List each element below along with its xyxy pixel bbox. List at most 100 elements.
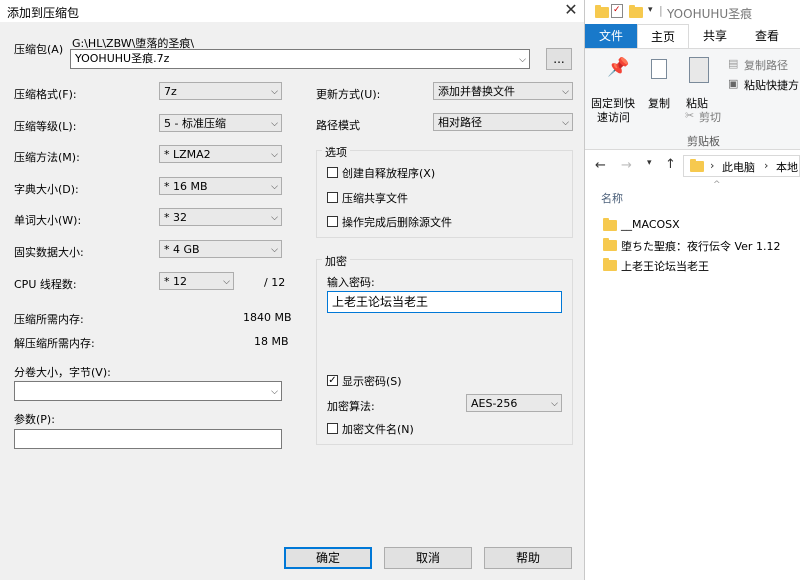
method-value: * LZMA2 [164, 148, 211, 161]
list-item[interactable]: 堕ちた聖痕：夜行伝令 Ver 1.12 [603, 236, 800, 254]
list-item[interactable]: __MACOSX [603, 216, 800, 234]
clipboard-group-label: 剪贴板 [687, 135, 720, 148]
format-label: 压缩格式(F): [14, 88, 77, 101]
word-select[interactable]: * 32 ⌵ [159, 208, 282, 226]
paste-shortcut-label: 粘贴快捷方 [744, 79, 799, 92]
clipboard-icon [689, 57, 709, 83]
mem-compress-value: 1840 MB [243, 311, 292, 324]
option-shared-label: 压缩共享文件 [342, 192, 408, 205]
chevron-down-icon: ⌵ [271, 87, 278, 97]
copy-label: 复制 [648, 97, 670, 110]
encrypt-method-select[interactable]: AES-256 ⌵ [466, 394, 562, 412]
path-mode-select[interactable]: 相对路径 ⌵ [433, 113, 573, 131]
cancel-button[interactable]: 取消 [384, 547, 472, 569]
checkbox[interactable] [327, 216, 338, 227]
scissors-icon: ✂ [685, 109, 695, 122]
chevron-right-icon: › [710, 159, 715, 172]
checkbox[interactable] [327, 423, 338, 434]
file-name: __MACOSX [621, 218, 680, 231]
breadcrumb-local[interactable]: 本地 [776, 159, 798, 175]
dialog-titlebar: 添加到压缩包 ✕ [0, 0, 584, 22]
archive-label: 压缩包(A) [14, 43, 64, 56]
word-label: 单词大小(W): [14, 214, 82, 227]
explorer-titlebar: ✓ ▾ | YOOHUHU圣痕 [585, 0, 800, 24]
level-label: 压缩等级(L): [14, 120, 77, 133]
method-select[interactable]: * LZMA2 ⌵ [159, 145, 282, 163]
chevron-down-icon: ⌵ [271, 245, 278, 255]
breadcrumb-this-pc[interactable]: 此电脑 [722, 159, 755, 175]
level-select[interactable]: 5 - 标准压缩 ⌵ [159, 114, 282, 132]
list-item[interactable]: 上老王论坛当老王 [603, 256, 800, 274]
back-icon[interactable]: ← [595, 158, 606, 173]
chevron-down-icon: ⌵ [562, 87, 569, 97]
up-icon[interactable]: ↑ [665, 157, 676, 172]
volume-field[interactable]: ⌵ [14, 381, 282, 401]
file-explorer-window: ✓ ▾ | YOOHUHU圣痕 文件 主页 共享 查看 📌 固定到快 速访问 复… [585, 0, 800, 580]
tab-home[interactable]: 主页 [637, 24, 689, 48]
word-value: * 32 [164, 211, 187, 224]
checkbox[interactable] [327, 167, 338, 178]
forward-icon[interactable]: → [621, 158, 632, 173]
chevron-down-icon: ⌵ [223, 277, 230, 287]
browse-button[interactable]: ... [546, 48, 572, 70]
copy-path-icon: ▤ [728, 57, 739, 70]
solid-select[interactable]: * 4 GB ⌵ [159, 240, 282, 258]
title-separator: | [659, 4, 663, 17]
cpu-total: / 12 [264, 276, 286, 289]
folder-icon [603, 258, 617, 271]
params-field[interactable] [14, 429, 282, 449]
update-select[interactable]: 添加并替换文件 ⌵ [433, 82, 573, 100]
customize-toolbar-icon[interactable]: ▾ [648, 5, 653, 15]
dict-select[interactable]: * 16 MB ⌵ [159, 177, 282, 195]
method-label: 压缩方法(M): [14, 151, 80, 164]
folder-icon [603, 238, 617, 251]
paste-button[interactable]: 粘贴 [685, 55, 715, 115]
tab-share[interactable]: 共享 [689, 24, 741, 48]
archive-name-field[interactable]: YOOHUHU圣痕.7z ⌵ [70, 49, 530, 69]
options-title: 选项 [322, 144, 350, 160]
chevron-down-icon: ⌵ [271, 150, 278, 160]
add-to-archive-dialog: 添加到压缩包 ✕ 压缩包(A) G:\HL\ZBW\堕落的圣痕\ YOOHUHU… [0, 0, 585, 580]
recent-locations-icon[interactable]: ▾ [647, 158, 652, 168]
password-input[interactable]: 上老王论坛当老王 [327, 291, 562, 313]
pin-quick-access-button[interactable]: 📌 固定到快 速访问 [591, 55, 639, 124]
address-bar[interactable]: › 此电脑 › 本地 [683, 155, 800, 177]
copy-icon [651, 59, 667, 79]
tab-view[interactable]: 查看 [741, 24, 793, 48]
close-icon[interactable]: ✕ [560, 0, 582, 22]
folder-icon [595, 5, 609, 18]
show-password-label: 显示密码(S) [342, 375, 402, 388]
mem-compress-label: 压缩所需内存: [14, 313, 84, 326]
column-name[interactable]: 名称 [601, 190, 623, 206]
dict-label: 字典大小(D): [14, 183, 79, 196]
properties-icon[interactable]: ✓ [611, 4, 623, 18]
mem-decompress-label: 解压缩所需内存: [14, 337, 95, 350]
copy-path-label: 复制路径 [744, 59, 788, 72]
tab-file[interactable]: 文件 [585, 24, 637, 48]
option-delete-label: 操作完成后删除源文件 [342, 216, 452, 229]
checkbox-checked[interactable]: ✓ [327, 375, 338, 386]
paste-shortcut-icon: ▣ [728, 77, 739, 90]
cpu-select[interactable]: * 12 ⌵ [159, 272, 234, 290]
chevron-down-icon: ⌵ [271, 119, 278, 129]
ok-button[interactable]: 确定 [284, 547, 372, 569]
solid-value: * 4 GB [164, 243, 200, 256]
format-select[interactable]: 7z ⌵ [159, 82, 282, 100]
password-label: 输入密码: [327, 276, 375, 289]
folder-icon [603, 218, 617, 231]
check-icon: ✓ [613, 5, 621, 15]
cpu-value: * 12 [164, 275, 187, 288]
file-name: 堕ちた聖痕：夜行伝令 Ver 1.12 [621, 240, 781, 253]
encrypt-method-value: AES-256 [471, 397, 518, 410]
chevron-down-icon: ⌵ [551, 399, 558, 409]
dialog-title: 添加到压缩包 [7, 6, 80, 20]
new-folder-icon[interactable] [629, 5, 643, 18]
volume-label: 分卷大小，字节(V): [14, 366, 111, 379]
help-button[interactable]: 帮助 [484, 547, 572, 569]
solid-label: 固实数据大小: [14, 246, 84, 259]
chevron-down-icon: ⌵ [271, 182, 278, 192]
copy-button[interactable]: 复制 [645, 55, 675, 115]
folder-icon [690, 159, 704, 172]
checkbox[interactable] [327, 192, 338, 203]
encrypt-method-label: 加密算法: [327, 400, 375, 413]
